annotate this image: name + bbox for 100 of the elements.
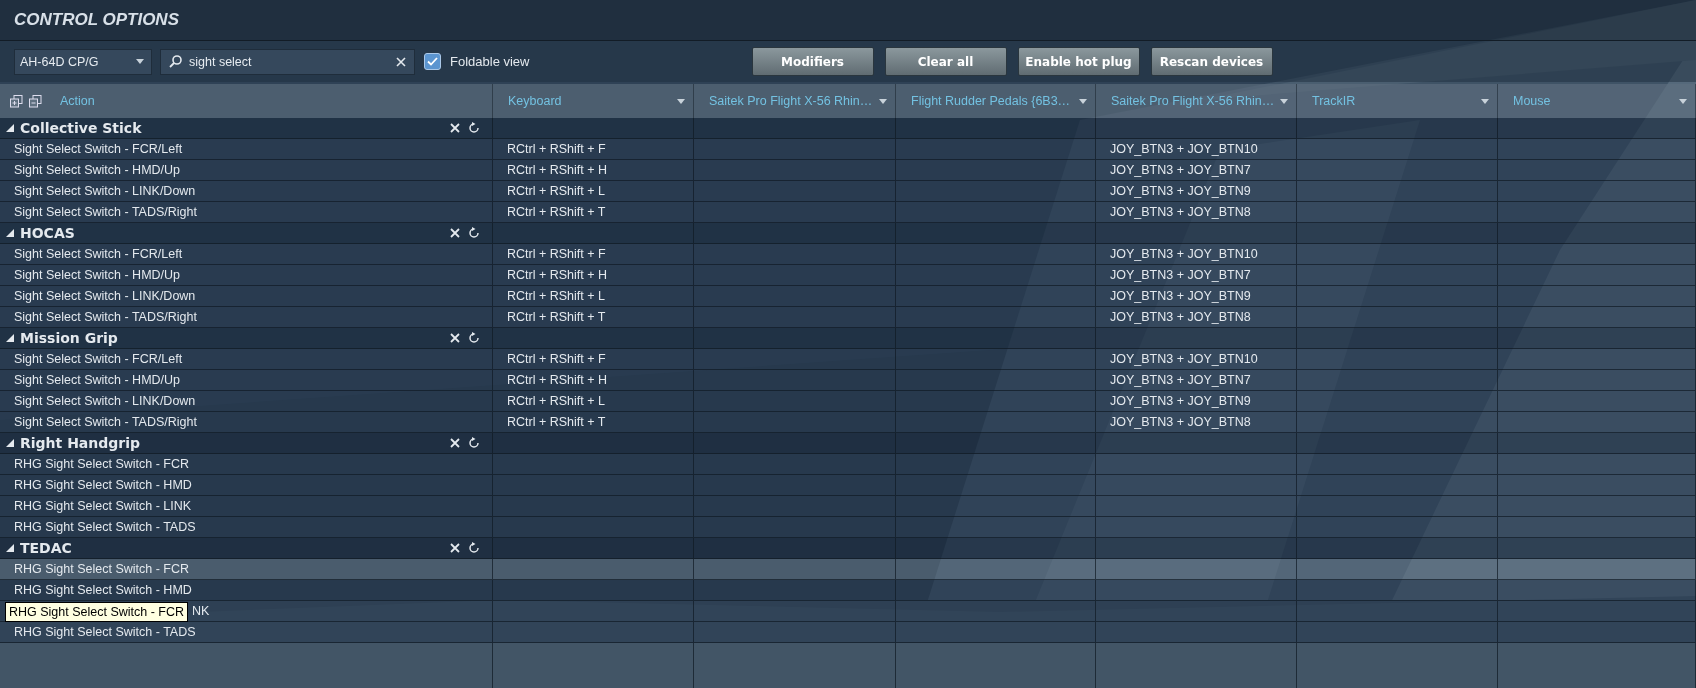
group-header[interactable]: Right Handgrip [0,433,1696,454]
table-row[interactable]: RHG Sight Select Switch - FCR [0,454,1696,475]
group-header[interactable]: Collective Stick [0,118,1696,139]
binding-cell[interactable]: JOY_BTN3 + JOY_BTN10 [1110,247,1258,261]
table-row[interactable]: Sight Select Switch - HMD/Up RCtrl + RShift + H JOY_BTN3 + JOY_BTN7 [0,370,1696,391]
binding-cell[interactable]: RCtrl + RShift + L [507,184,605,198]
toolbar-button[interactable]: Modifiers [751,47,874,76]
close-icon[interactable] [450,228,460,238]
group-header[interactable]: Mission Grip [0,328,1696,349]
aircraft-dropdown[interactable]: AH-64D CP/G [14,48,152,75]
reset-icon[interactable] [468,437,480,449]
action-label: Sight Select Switch - FCR/Left [14,247,183,261]
reset-icon[interactable] [468,227,480,239]
table-row[interactable]: RHG Sight Select Switch - TADS [0,517,1696,538]
binding-cell[interactable]: RCtrl + RShift + F [507,352,606,366]
collapse-all-icon[interactable] [29,94,42,108]
table-row[interactable]: Sight Select Switch - FCR/Left RCtrl + RShift + F JOY_BTN3 + JOY_BTN10 [0,244,1696,265]
table-row[interactable]: Sight Select Switch - LINK/Down RCtrl + RShift + L JOY_BTN3 + JOY_BTN9 [0,181,1696,202]
close-icon[interactable] [450,123,460,133]
binding-cell[interactable]: JOY_BTN3 + JOY_BTN7 [1110,163,1251,177]
binding-cell[interactable]: RCtrl + RShift + L [507,394,605,408]
group-title: TEDAC [20,540,72,556]
clear-icon[interactable] [396,56,406,67]
action-label: Sight Select Switch - LINK/Down [14,184,196,198]
binding-cell[interactable]: JOY_BTN3 + JOY_BTN9 [1110,184,1251,198]
checkbox-label: Foldable view [450,54,530,69]
expanded-icon[interactable] [6,544,14,552]
tooltip: RHG Sight Select Switch - FCR [5,602,189,622]
action-label: Sight Select Switch - HMD/Up [14,163,181,177]
group-header[interactable]: TEDAC [0,538,1696,559]
table-row[interactable]: RHG Sight Select Switch - FCR [0,559,1696,580]
table-row[interactable]: Sight Select Switch - FCR/Left RCtrl + RShift + F JOY_BTN3 + JOY_BTN10 [0,349,1696,370]
table-row[interactable]: Sight Select Switch - TADS/Right RCtrl + RShift + T JOY_BTN3 + JOY_BTN8 [0,307,1696,328]
toolbar-button[interactable]: Rescan devices [1150,47,1273,76]
table-row[interactable]: Sight Select Switch - TADS/Right RCtrl + RShift + T JOY_BTN3 + JOY_BTN8 [0,202,1696,223]
expanded-icon[interactable] [6,229,14,237]
action-label: Sight Select Switch - FCR/Left [14,352,183,366]
close-icon[interactable] [450,333,460,343]
action-label: Sight Select Switch - HMD/Up [14,373,181,387]
close-icon[interactable] [450,438,460,448]
search-field[interactable]: sight select [189,54,389,69]
action-label: RHG Sight Select Switch - FCR [14,562,190,576]
caret-icon [1679,98,1687,104]
reset-icon[interactable] [468,542,480,554]
table-row[interactable]: Sight Select Switch - LINK/Down RCtrl + RShift + L JOY_BTN3 + JOY_BTN9 [0,286,1696,307]
reset-icon[interactable] [468,122,480,134]
action-label: Sight Select Switch - TADS/Right [14,415,197,429]
group-title: Collective Stick [20,120,142,136]
action-label: RHG Sight Select Switch - HMD [14,583,192,597]
table-row[interactable]: Sight Select Switch - TADS/Right RCtrl + RShift + T JOY_BTN3 + JOY_BTN8 [0,412,1696,433]
toolbar-button[interactable]: Enable hot plug [1017,47,1140,76]
binding-cell[interactable]: RCtrl + RShift + H [507,373,608,387]
action-label: Sight Select Switch - LINK/Down [14,289,196,303]
toolbar-button[interactable]: Clear all [884,47,1007,76]
window-title: CONTROL OPTIONS [14,10,179,30]
group-header[interactable]: HOCAS [0,223,1696,244]
search-bar[interactable]: sight select [160,48,415,75]
binding-cell[interactable]: JOY_BTN3 + JOY_BTN9 [1110,394,1251,408]
binding-cell[interactable]: JOY_BTN3 + JOY_BTN7 [1110,268,1251,282]
binding-cell[interactable]: RCtrl + RShift + F [507,247,606,261]
expanded-icon[interactable] [6,439,14,447]
binding-cell[interactable]: JOY_BTN3 + JOY_BTN9 [1110,289,1251,303]
action-label: RHG Sight Select Switch - FCR [14,457,190,471]
action-label: Sight Select Switch - TADS/Right [14,310,197,324]
binding-cell[interactable]: JOY_BTN3 + JOY_BTN10 [1110,352,1258,366]
table-row[interactable]: RHG Sight Select Switch - HMD [0,475,1696,496]
table-row[interactable]: RHG Sight Select Switch - LINK [0,496,1696,517]
expanded-icon[interactable] [6,334,14,342]
binding-cell[interactable]: RCtrl + RShift + F [507,142,606,156]
action-label: RHG Sight Select Switch - TADS [14,520,196,534]
binding-cell[interactable]: RCtrl + RShift + L [507,289,605,303]
action-label: RHG Sight Select Switch - TADS [14,625,196,639]
table-row[interactable]: Sight Select Switch - HMD/Up RCtrl + RShift + H JOY_BTN3 + JOY_BTN7 [0,265,1696,286]
foldable-checkbox[interactable] [424,53,441,70]
table-row[interactable]: Sight Select Switch - LINK/Down RCtrl + RShift + L JOY_BTN3 + JOY_BTN9 [0,391,1696,412]
search-icon [169,55,182,68]
binding-cell[interactable]: JOY_BTN3 + JOY_BTN8 [1110,310,1251,324]
group-title: Right Handgrip [20,435,141,451]
binding-cell[interactable]: JOY_BTN3 + JOY_BTN10 [1110,142,1258,156]
table-row[interactable]: RHG Sight Select Switch - HMD [0,580,1696,601]
binding-cell[interactable]: JOY_BTN3 + JOY_BTN8 [1110,205,1251,219]
caret-icon [136,59,144,64]
binding-cell[interactable]: RCtrl + RShift + H [507,163,608,177]
binding-cell[interactable]: RCtrl + RShift + T [507,310,606,324]
expanded-icon[interactable] [6,124,14,132]
expand-all-icon[interactable] [10,94,23,108]
action-label: Sight Select Switch - TADS/Right [14,205,197,219]
binding-cell[interactable]: RCtrl + RShift + T [507,415,606,429]
table-row[interactable]: Sight Select Switch - HMD/Up RCtrl + RShift + H JOY_BTN3 + JOY_BTN7 [0,160,1696,181]
reset-icon[interactable] [468,332,480,344]
binding-cell[interactable]: RCtrl + RShift + T [507,205,606,219]
table-row[interactable]: RHG Sight Select Switch - TADS [0,622,1696,643]
action-label: RHG Sight Select Switch - LINK [14,499,192,513]
table-row[interactable]: Sight Select Switch - FCR/Left RCtrl + RShift + F JOY_BTN3 + JOY_BTN10 [0,139,1696,160]
action-label: Sight Select Switch - HMD/Up [14,268,181,282]
binding-cell[interactable]: JOY_BTN3 + JOY_BTN7 [1110,373,1251,387]
binding-cell[interactable]: JOY_BTN3 + JOY_BTN8 [1110,415,1251,429]
binding-cell[interactable]: RCtrl + RShift + H [507,268,608,282]
close-icon[interactable] [450,543,460,553]
caret-icon [1079,98,1087,104]
